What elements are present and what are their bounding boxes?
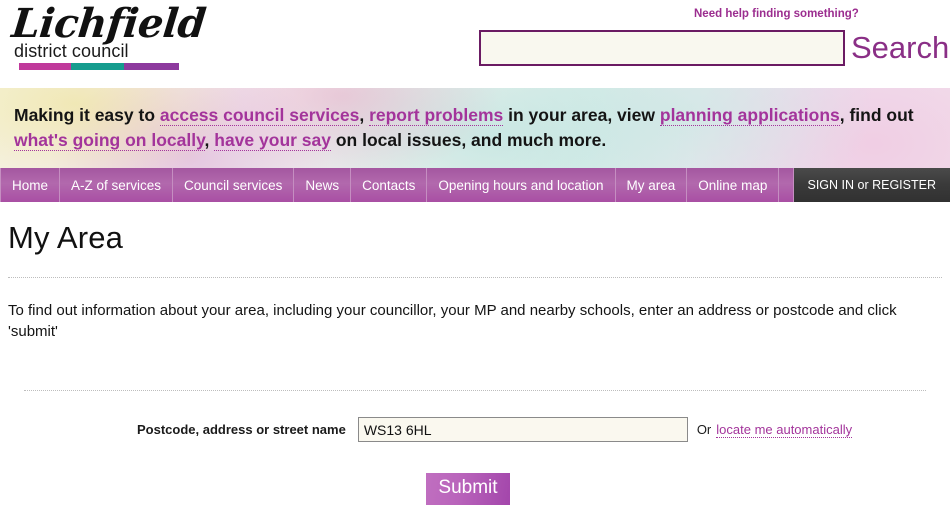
site-header: Lichfield district council Need help fin…	[0, 0, 950, 88]
logo-bar-purple	[124, 63, 179, 70]
search-button[interactable]: Search	[851, 31, 949, 65]
strapline-link-access-council-services[interactable]: access council services	[159, 105, 360, 126]
strapline-link-whats-going-on-locally[interactable]: what's going on locally	[14, 130, 205, 151]
locate-me-automatically-link[interactable]: locate me automatically	[716, 422, 853, 438]
site-logo[interactable]: Lichfield district council	[8, 0, 208, 70]
submit-row: Submit	[8, 473, 942, 505]
page-root: Lichfield district council Need help fin…	[0, 0, 950, 506]
postcode-form-row: Postcode, address or street name Or loca…	[8, 417, 942, 442]
need-help-link[interactable]: Need help finding something?	[694, 8, 859, 20]
postcode-input[interactable]	[357, 417, 688, 442]
strapline-link-have-your-say[interactable]: have your say	[214, 130, 331, 151]
strapline-part-6: on local issues, and much more.	[331, 130, 607, 150]
nav-item-a-z-of-services[interactable]: A-Z of services	[60, 168, 174, 202]
strapline-part-1: Making it easy to	[14, 105, 160, 125]
search-input[interactable]	[479, 30, 845, 66]
strapline-part-2: ,	[359, 105, 370, 125]
nav-item-my-area[interactable]: My area	[616, 168, 688, 202]
sign-in-or-register-button[interactable]: SIGN IN or REGISTER	[793, 168, 950, 202]
form-divider	[24, 390, 926, 391]
strapline-link-report-problems[interactable]: report problems	[369, 105, 504, 126]
main-content: My Area To find out information about yo…	[0, 220, 950, 505]
nav-item-online-map[interactable]: Online map	[687, 168, 780, 202]
logo-script-text: Lichfield	[9, 0, 208, 47]
or-label: Or	[696, 422, 712, 437]
strapline-part-3: in your area, view	[503, 105, 660, 125]
main-navigation: Home A-Z of services Council services Ne…	[0, 168, 950, 202]
intro-text: To find out information about your area,…	[8, 302, 897, 340]
strapline-link-planning-applications[interactable]: planning applications	[659, 105, 840, 126]
logo-color-bar	[19, 63, 179, 70]
page-title: My Area	[8, 220, 124, 255]
postcode-field-label: Postcode, address or street name	[137, 422, 346, 437]
logo-bar-magenta	[19, 63, 71, 70]
title-divider	[8, 277, 942, 278]
strapline-text: Making it easy to access council service…	[14, 103, 919, 153]
nav-item-contacts[interactable]: Contacts	[351, 168, 428, 202]
strapline-part-4: , find out	[839, 105, 914, 125]
search-area: Search	[479, 30, 949, 66]
submit-button[interactable]: Submit	[426, 473, 510, 505]
strapline-banner: Making it easy to access council service…	[0, 88, 950, 168]
nav-item-home[interactable]: Home	[0, 168, 61, 202]
nav-item-opening-hours-and-location[interactable]: Opening hours and location	[427, 168, 616, 202]
strapline-part-5: ,	[204, 130, 215, 150]
logo-bar-teal	[71, 63, 124, 70]
nav-item-news[interactable]: News	[294, 168, 352, 202]
nav-spacer	[779, 168, 794, 202]
nav-item-council-services[interactable]: Council services	[173, 168, 295, 202]
